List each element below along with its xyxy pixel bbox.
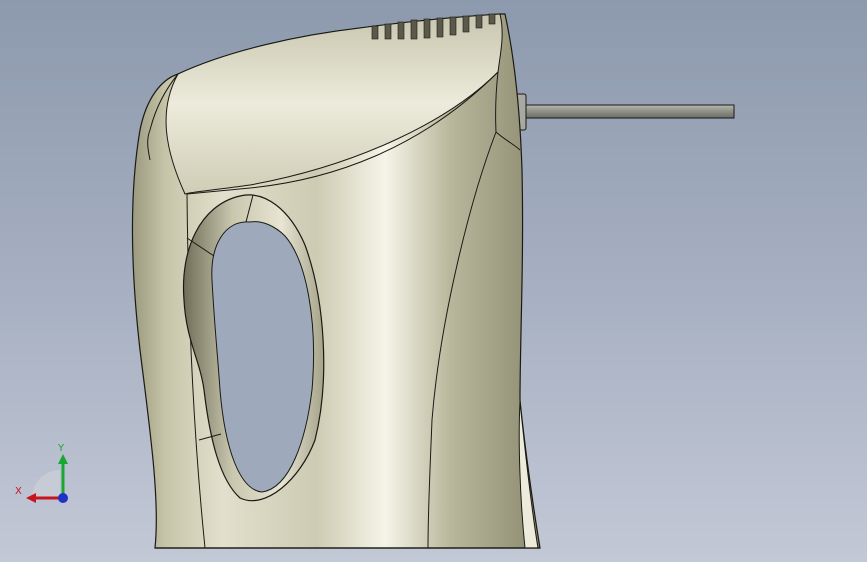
graphics-viewport[interactable]: X Y [0, 0, 867, 562]
hand-mixer-model[interactable] [0, 0, 867, 562]
y-axis-label: Y [58, 443, 65, 454]
x-axis-label: X [15, 486, 22, 497]
orientation-triad: X Y [10, 440, 80, 510]
triad-axes-icon [26, 454, 68, 503]
beater-shaft [519, 104, 735, 119]
